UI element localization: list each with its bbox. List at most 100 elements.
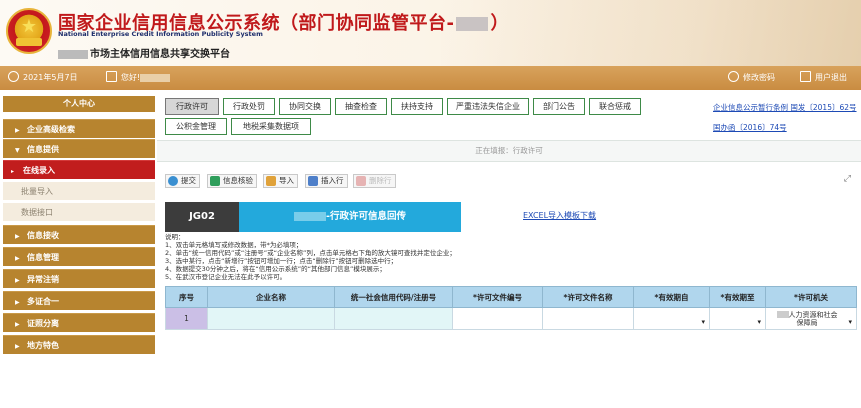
chevron-down-icon: ▼ (15, 147, 20, 154)
chevron-right-icon: ▶ (15, 343, 20, 350)
sidebar-item-label: 证照分离 (27, 319, 59, 328)
sidebar-item-info-receive[interactable]: ▶ 信息接收 (3, 225, 155, 244)
license-number-cell[interactable] (452, 307, 543, 330)
sidebar-item-info-manage[interactable]: ▶ 信息管理 (3, 247, 155, 266)
sidebar-item-label: 多证合一 (27, 297, 59, 306)
sidebar-item-cert-separation[interactable]: ▶ 证照分离 (3, 313, 155, 332)
doc-link[interactable]: 国办函〔2016〕74号 (713, 122, 787, 133)
insert-row-button[interactable]: 插入行 (305, 174, 348, 188)
header-banner: ★ 国家企业信用信息公示系统（部门协同监管平台-） National Enter… (0, 0, 861, 66)
sidebar-item-batch-import[interactable]: 批量导入 (3, 181, 155, 200)
system-title-en: National Enterprise Credit Information P… (58, 31, 263, 38)
greeting-text: 您好! (121, 73, 141, 82)
expand-icon[interactable]: ⤢ (844, 174, 851, 184)
column-header: *有效期自 (633, 286, 710, 308)
date-text: 2021年5月7日 (23, 73, 78, 82)
sidebar-item-label: 信息接收 (27, 231, 59, 240)
form-name-text: -行政许可信息回传 (326, 211, 406, 222)
tab-spot-check[interactable]: 抽查检查 (335, 98, 387, 115)
platform-subtitle: 市场主体信用信息共享交换平台 (58, 45, 230, 60)
row-number-cell: 1 (165, 307, 208, 330)
company-name-cell[interactable] (207, 307, 335, 330)
delete-row-button[interactable]: 删除行 (353, 174, 396, 188)
sidebar-item-data-interface[interactable]: 数据接口 (3, 202, 155, 221)
sidebar-item-label: 异常注销 (27, 275, 59, 284)
instruction-line: 1、双击单元格填写或修改数据，带*为必填项； (165, 241, 303, 249)
tab-support[interactable]: 扶持支持 (391, 98, 443, 115)
instruction-line: 2、单击“统一信用代码”或“注册号”或“企业名称”列，点击单元格右下角的放大镜可… (165, 249, 456, 257)
column-header: *许可机关 (765, 286, 857, 308)
valid-from-cell[interactable]: ▾ (633, 307, 710, 330)
tab-collab-exchange[interactable]: 协同交换 (279, 98, 331, 115)
sidebar-item-label: 在线录入 (23, 166, 55, 175)
chevron-right-icon: ▶ (15, 299, 20, 306)
triangle-right-icon: ▸ (11, 168, 15, 175)
change-password-label: 修改密码 (743, 73, 775, 82)
redacted-region (776, 311, 789, 318)
title-en-line1: National Enterprise Credit Information P… (58, 30, 263, 38)
tab-serious-violation[interactable]: 严重违法失信企业 (447, 98, 529, 115)
delete-row-icon (356, 176, 366, 186)
sidebar-item-label: 地方特色 (27, 341, 59, 350)
tab-admin-license[interactable]: 行政许可 (165, 98, 219, 115)
chevron-right-icon: ▶ (15, 233, 20, 240)
tab-joint-punish[interactable]: 联合惩戒 (589, 98, 641, 115)
sidebar: 个人中心 ▶ 企业高级检索 ▼ 信息提供 ▸ 在线录入 批量导入 数据接口 ▶ 信息接收… (0, 90, 157, 408)
license-authority-cell[interactable]: ▾ 人力资源和社会 保障局 (765, 307, 857, 330)
dropdown-arrow-icon[interactable]: ▾ (701, 318, 705, 326)
redacted-region (456, 17, 489, 31)
form-code: JG02 (165, 202, 239, 232)
license-data-table: 序号 企业名称 统一社会信用代码/注册号 *许可文件编号 *许可文件名称 *有效… (165, 286, 857, 330)
submit-label: 提交 (181, 176, 196, 185)
sidebar-item-personal-center[interactable]: 个人中心 (3, 96, 155, 112)
dropdown-arrow-icon[interactable]: ▾ (848, 318, 852, 326)
chevron-right-icon: ▶ (15, 321, 20, 328)
form-banner: JG02 -行政许可信息回传 (165, 202, 461, 232)
sidebar-item-label: 企业高级检索 (27, 125, 75, 134)
regulation-link[interactable]: 企业信息公示暂行条例 国发〔2015〕62号 (713, 102, 857, 113)
sidebar-item-multi-cert[interactable]: ▶ 多证合一 (3, 291, 155, 310)
tab-admin-penalty[interactable]: 行政处罚 (223, 98, 275, 115)
excel-template-download-link[interactable]: EXCEL导入模板下载 (523, 210, 596, 221)
insert-row-icon (308, 176, 318, 186)
authority-value: 人力资源和社会 保障局 (766, 311, 856, 327)
logout-icon (800, 71, 811, 82)
table-header-row: 序号 企业名称 统一社会信用代码/注册号 *许可文件编号 *许可文件名称 *有效… (165, 286, 857, 308)
column-header: 序号 (165, 286, 208, 308)
valid-to-cell[interactable]: ▾ (709, 307, 766, 330)
system-title-suffix: ） (490, 13, 509, 34)
national-emblem-logo: ★ (6, 8, 52, 54)
column-header: *有效期至 (709, 286, 766, 308)
sidebar-item-abnormal-cancel[interactable]: ▶ 异常注销 (3, 269, 155, 288)
form-name: -行政许可信息回传 (239, 202, 461, 232)
logout-link[interactable]: 用户退出 (800, 66, 847, 90)
import-button[interactable]: 导入 (263, 174, 298, 188)
change-password-link[interactable]: 修改密码 (728, 66, 775, 90)
status-bar: 正在填报：行政许可 (157, 140, 861, 162)
tab-housing-fund[interactable]: 公积金管理 (165, 118, 227, 135)
verify-button[interactable]: 信息核验 (207, 174, 257, 188)
instruction-line: 5、在武汉市登记企业无法在此予以许可。 (165, 273, 287, 281)
instruction-line: 4、数据提交30分钟之后，将在“信用公示系统”的“其他部门信息”模块展示； (165, 265, 386, 273)
credit-code-cell[interactable] (334, 307, 453, 330)
key-icon (728, 71, 739, 82)
chevron-right-icon: ▶ (15, 255, 20, 262)
sidebar-item-online-entry[interactable]: ▸ 在线录入 (3, 160, 155, 179)
insert-row-label: 插入行 (321, 176, 344, 185)
user-greeting: 您好! (106, 66, 171, 90)
submit-button[interactable]: 提交 (165, 174, 200, 188)
authority-line2: 保障局 (796, 318, 818, 327)
clock-icon (8, 71, 19, 82)
sidebar-item-info-provide[interactable]: ▼ 信息提供 (3, 139, 155, 158)
tab-tax-data[interactable]: 地税采集数据项 (231, 118, 311, 135)
sidebar-item-advanced-search[interactable]: ▶ 企业高级检索 (3, 119, 155, 138)
verify-icon (210, 176, 220, 186)
submit-icon (168, 176, 178, 186)
tab-dept-notice[interactable]: 部门公告 (533, 98, 585, 115)
dropdown-arrow-icon[interactable]: ▾ (757, 318, 761, 326)
license-name-cell[interactable] (542, 307, 634, 330)
logout-label: 用户退出 (815, 73, 847, 82)
instructions: 说明： 1、双击单元格填写或修改数据，带*为必填项； 2、单击“统一信用代码”或… (165, 233, 456, 281)
verify-label: 信息核验 (223, 176, 253, 185)
sidebar-item-local-features[interactable]: ▶ 地方特色 (3, 335, 155, 354)
